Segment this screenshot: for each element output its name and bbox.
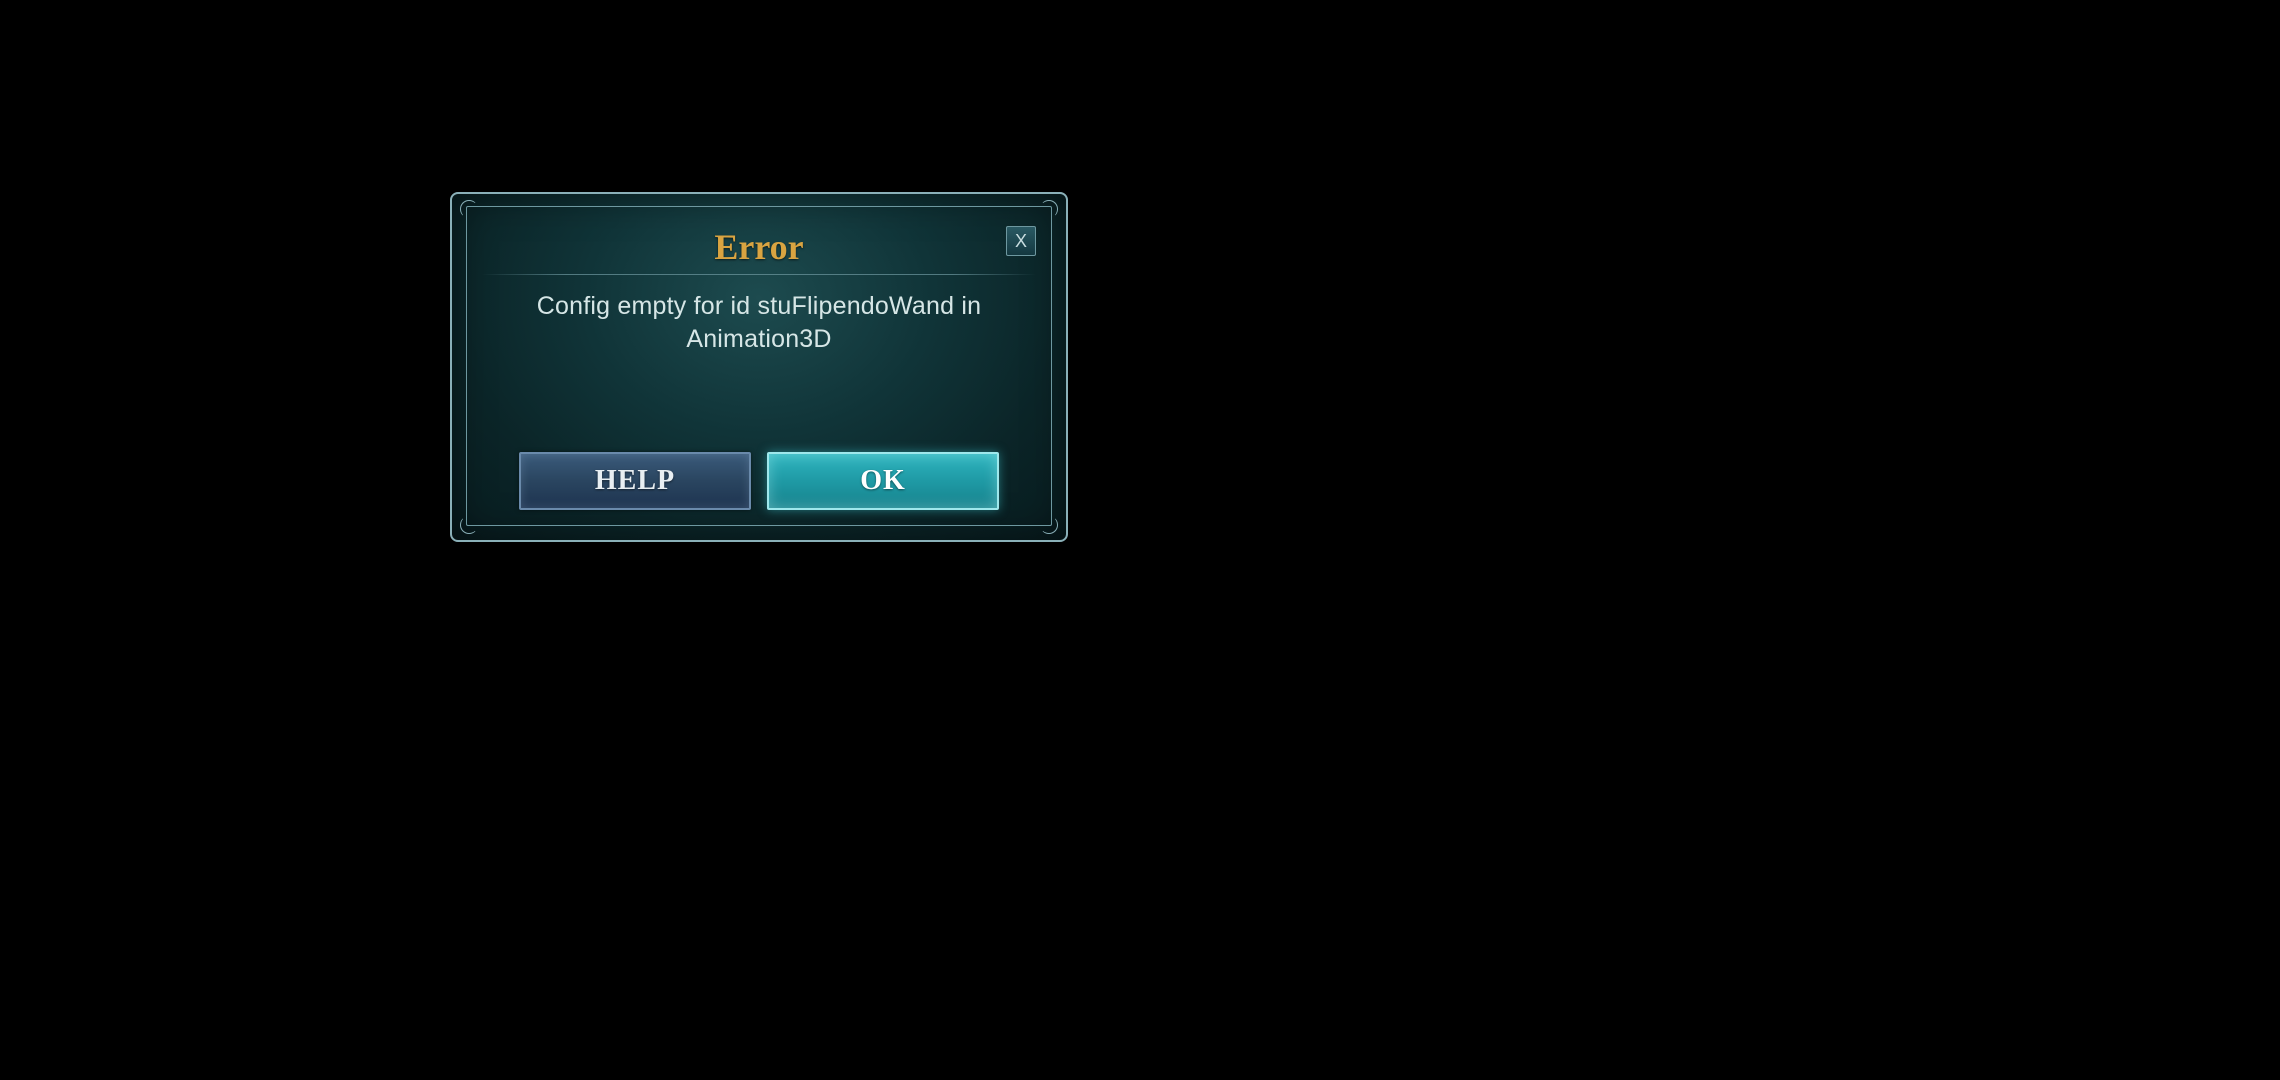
- letterbox-bottom: [0, 972, 2280, 1080]
- corner-decoration: [1040, 200, 1058, 218]
- dialog-button-row: HELP OK: [452, 452, 1066, 510]
- corner-decoration: [460, 516, 478, 534]
- corner-decoration: [460, 200, 478, 218]
- dialog-title: Error: [452, 226, 1066, 268]
- letterbox-top: [0, 0, 2280, 108]
- help-button[interactable]: HELP: [519, 452, 751, 510]
- corner-decoration: [1040, 516, 1058, 534]
- error-dialog: Error X Config empty for id stuFlipendoW…: [450, 192, 1068, 542]
- close-button[interactable]: X: [1006, 226, 1036, 256]
- title-divider: [482, 274, 1036, 275]
- ok-button[interactable]: OK: [767, 452, 999, 510]
- dialog-message: Config empty for id stuFlipendoWand in A…: [492, 290, 1026, 355]
